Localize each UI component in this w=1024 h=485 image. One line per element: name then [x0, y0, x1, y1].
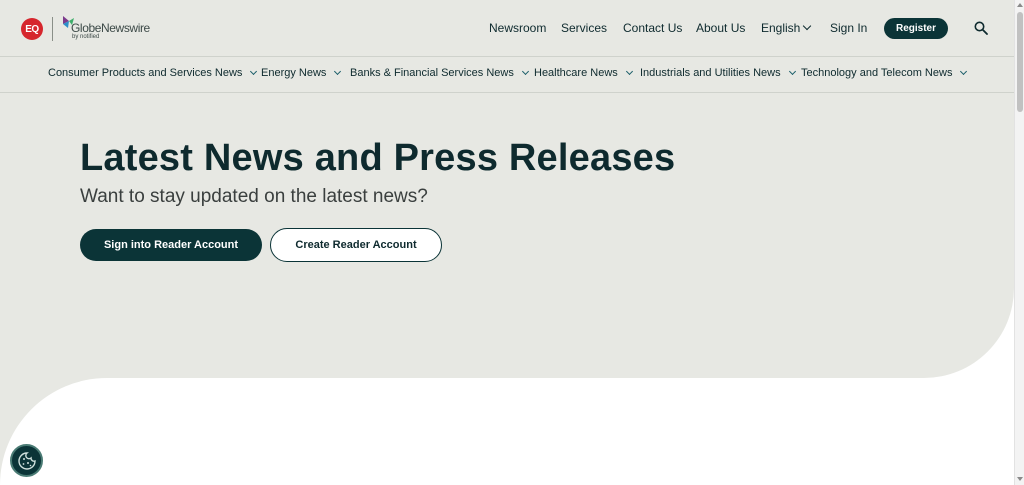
nav-about-us[interactable]: About Us [696, 21, 745, 35]
register-button[interactable]: Register [884, 18, 948, 39]
category-label: Energy News [261, 67, 327, 79]
chevron-down-icon [788, 67, 796, 75]
category-healthcare[interactable]: Healthcare News [534, 67, 633, 79]
scroll-down-arrow-icon[interactable] [1017, 477, 1023, 481]
scroll-up-arrow-icon[interactable] [1017, 3, 1023, 7]
chevron-down-icon [960, 67, 968, 75]
nav-services[interactable]: Services [561, 21, 607, 35]
category-banks-financial[interactable]: Banks & Financial Services News [350, 67, 529, 79]
category-label: Technology and Telecom News [801, 67, 953, 79]
search-icon[interactable] [974, 21, 988, 35]
language-label: English [761, 21, 801, 35]
nav-newsroom[interactable]: Newsroom [489, 21, 546, 35]
nav-sign-in[interactable]: Sign In [830, 21, 867, 35]
category-label: Consumer Products and Services News [48, 67, 243, 79]
cookie-icon [17, 451, 36, 470]
brand-subtitle: by notified [72, 34, 100, 40]
category-energy[interactable]: Energy News [261, 67, 342, 79]
category-label: Industrials and Utilities News [640, 67, 781, 79]
chevron-down-icon [625, 67, 633, 75]
globenewswire-logo[interactable]: GlobeNewswire by notified [60, 15, 150, 43]
top-header: EQ GlobeNewswire by notified Newsroom Se… [0, 0, 1014, 57]
category-consumer-products[interactable]: Consumer Products and Services News [48, 67, 258, 79]
logo-divider [52, 17, 53, 41]
content-area [0, 378, 1014, 485]
chevron-down-icon [803, 21, 812, 31]
page-title: Latest News and Press Releases [80, 137, 676, 179]
page-scrollbar[interactable] [1014, 0, 1024, 485]
eq-logo[interactable]: EQ [21, 18, 43, 40]
category-label: Healthcare News [534, 67, 618, 79]
page: EQ GlobeNewswire by notified Newsroom Se… [0, 0, 1014, 485]
scrollbar-thumb[interactable] [1017, 12, 1023, 112]
category-label: Banks & Financial Services News [350, 67, 514, 79]
category-industrials-utilities[interactable]: Industrials and Utilities News [640, 67, 796, 79]
chevron-down-icon [250, 67, 258, 75]
category-nav: Consumer Products and Services News Ener… [0, 57, 1014, 93]
nav-contact-us[interactable]: Contact Us [623, 21, 682, 35]
language-selector[interactable]: English [761, 21, 812, 35]
category-technology-telecom[interactable]: Technology and Telecom News [801, 67, 968, 79]
chevron-down-icon [334, 67, 342, 75]
hero-subtitle: Want to stay updated on the latest news? [80, 186, 428, 207]
chevron-down-icon [521, 67, 529, 75]
create-reader-account-button[interactable]: Create Reader Account [270, 228, 442, 262]
cookie-settings-button[interactable] [10, 444, 43, 477]
brand-name: GlobeNewswire [71, 21, 150, 35]
sign-into-reader-account-button[interactable]: Sign into Reader Account [80, 229, 262, 261]
